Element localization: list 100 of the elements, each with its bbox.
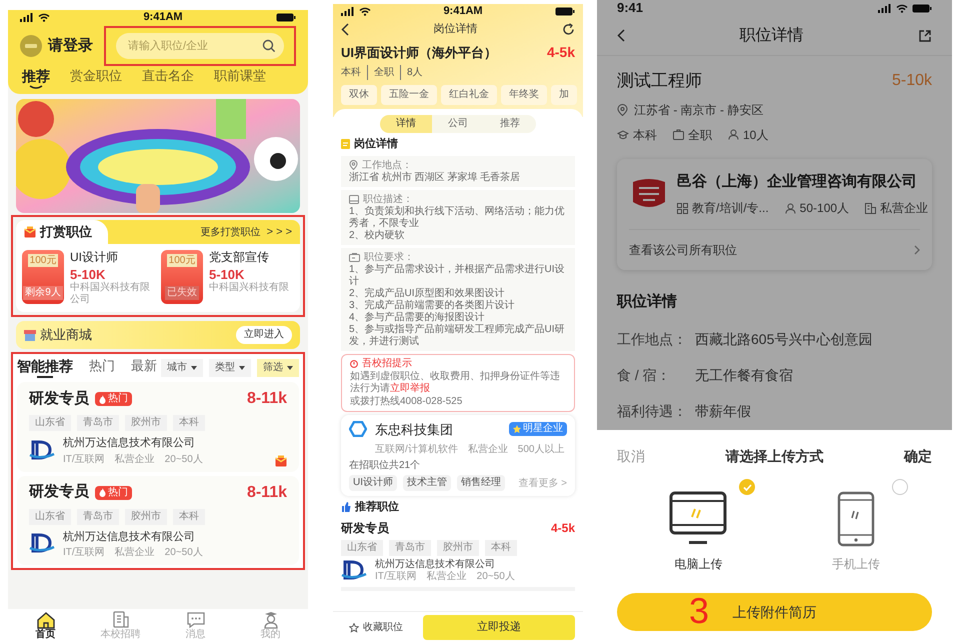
description-line: 2、完成产品UI原型图和效果图设计 bbox=[349, 288, 506, 300]
position-tag[interactable]: 销售经理 bbox=[457, 475, 505, 491]
envelope-status: 已失效 bbox=[165, 286, 199, 300]
benefit-tag: 红白礼金 bbox=[441, 85, 497, 105]
nav-tab[interactable]: 首页 bbox=[8, 611, 83, 643]
company-meta: 互联网/计算机软件 bbox=[375, 442, 458, 457]
tab[interactable]: 公司 bbox=[432, 115, 484, 133]
inbox-icon bbox=[349, 194, 359, 204]
grid-icon bbox=[677, 202, 688, 214]
signal-icon bbox=[20, 12, 34, 22]
job-card[interactable]: 研发专员 4-5k 山东省 青岛市 胶州市 本科 杭州万达信息技术有限公司 IT/互联网 私营企业 20~50人 bbox=[341, 518, 575, 590]
job-card[interactable]: 研发专员 热门 8-11k 山东省 青岛市 胶州市 本科 杭州万达信息技术有限公司 IT/互联网 私营企业 20~50人 bbox=[17, 476, 299, 565]
detail-value: 无工作餐有食宿 bbox=[695, 366, 793, 384]
enter-button[interactable]: 立即进入 bbox=[236, 326, 292, 344]
salary: 8-11k bbox=[246, 482, 287, 502]
job-title: 研发专员 bbox=[29, 482, 89, 502]
company-jobs-link[interactable]: 查看该公司所有职位 bbox=[629, 230, 920, 270]
checked-radio-icon[interactable] bbox=[739, 479, 756, 495]
job-meta: 本科 bbox=[341, 66, 362, 80]
tab[interactable]: 智能推荐 bbox=[17, 357, 73, 378]
description-line: 1、参与产品需求设计，并根据产品需求进行UI设计 bbox=[349, 264, 566, 288]
tab[interactable]: 直击名企 bbox=[142, 67, 194, 90]
share-icon[interactable] bbox=[918, 28, 932, 42]
company-card[interactable]: 东忠科技集团 明星企业 互联网/计算机软件 私营企业 500人以上 在招职位共21个 UI设计师 技术主管 销售经理 查看更多 > bbox=[341, 414, 575, 496]
job-fact: 本科 bbox=[633, 126, 657, 144]
description-line: 4、参与产品需要的海报图设计 bbox=[349, 312, 486, 324]
phone-icon bbox=[836, 491, 875, 547]
tab[interactable]: 赏金职位 bbox=[70, 67, 122, 90]
company-logo-icon bbox=[29, 533, 55, 556]
position-tag[interactable]: UI设计师 bbox=[349, 475, 397, 491]
location-text: 江苏省 - 南京市 - 静安区 bbox=[634, 102, 764, 118]
flame-icon bbox=[99, 394, 106, 404]
notice-text: 如遇到虚假职位、收取费用、扣押身份证件等违法行为请立即举报 bbox=[350, 370, 561, 394]
filter-dropdown[interactable]: 筛选 bbox=[257, 358, 299, 376]
section-title: 岗位详情 bbox=[354, 136, 398, 152]
tab[interactable]: 职前课堂 bbox=[214, 67, 266, 90]
detail-value: 带薪年假 bbox=[695, 402, 751, 420]
hot-badge: 热门 bbox=[95, 392, 132, 406]
benefit-tag: 五险一金 bbox=[381, 85, 437, 105]
back-icon[interactable] bbox=[617, 29, 625, 42]
filter-dropdown[interactable]: 城市 bbox=[161, 358, 203, 376]
tab[interactable]: 推荐 bbox=[484, 115, 536, 133]
salary: 8-11k bbox=[246, 389, 287, 409]
back-icon[interactable] bbox=[341, 22, 349, 36]
salary: 4-5k bbox=[546, 43, 575, 62]
position-tag[interactable]: 技术主管 bbox=[403, 475, 451, 491]
job-title: 党支部宣传 bbox=[209, 250, 270, 265]
company-name: 东忠科技集团 bbox=[375, 420, 453, 438]
home-icon bbox=[36, 611, 56, 629]
wifi-icon bbox=[896, 4, 908, 12]
search-icon[interactable] bbox=[262, 39, 276, 53]
tab[interactable]: 推荐 bbox=[22, 67, 50, 90]
company-meta: 20~50人 bbox=[476, 570, 515, 582]
company-name: 中科国兴科技有限 bbox=[209, 282, 289, 294]
signal-icon bbox=[341, 6, 355, 16]
search-field[interactable]: 请输入职位/企业 bbox=[116, 33, 284, 59]
confirm-button[interactable]: 确定 bbox=[904, 446, 932, 467]
company-card[interactable]: 邑谷（上海）企业管理咨询有限公司 教育/培训/专... 50-100人 私营企业 查看该公司所有职位 bbox=[617, 158, 932, 270]
battery-icon bbox=[555, 6, 575, 16]
location-tag: 胶州市 bbox=[125, 415, 167, 431]
tab[interactable]: 热门 bbox=[89, 357, 115, 375]
block-heading: 职位要求： bbox=[364, 250, 414, 264]
job-title: 研发专员 bbox=[29, 388, 89, 409]
amount-label: 100元 bbox=[166, 254, 198, 267]
benefit-tag: 双休 bbox=[341, 85, 377, 105]
tab[interactable]: 最新 bbox=[131, 357, 157, 375]
section-title: 就业商城 bbox=[40, 326, 92, 344]
radio-icon[interactable] bbox=[892, 479, 908, 495]
favorite-button[interactable]: 收藏职位 bbox=[341, 620, 411, 635]
upload-option[interactable]: 电脑上传 bbox=[641, 479, 756, 573]
apply-button[interactable]: 立即投递 bbox=[423, 615, 575, 640]
job-meta: 全职 bbox=[367, 65, 400, 80]
sheet-title: 请选择上传方式 bbox=[726, 447, 824, 466]
salary: 5-10K bbox=[70, 267, 106, 282]
location-tag: 本科 bbox=[173, 415, 205, 431]
section-title: 推荐职位 bbox=[355, 500, 399, 515]
page-title: 岗位详情 bbox=[434, 22, 478, 37]
benefit-tag: 加 bbox=[551, 85, 577, 105]
refresh-icon[interactable] bbox=[562, 22, 575, 36]
login-link[interactable]: 请登录 bbox=[48, 34, 93, 58]
company-logo-icon bbox=[29, 440, 55, 462]
report-link[interactable]: 立即举报 bbox=[390, 382, 430, 394]
job-meta: 8人 bbox=[400, 65, 429, 80]
location-tag: 本科 bbox=[485, 540, 517, 556]
more-link[interactable]: 更多打赏职位 bbox=[200, 224, 261, 240]
location-tag: 青岛市 bbox=[77, 508, 119, 524]
tab[interactable]: 详情 bbox=[380, 115, 432, 133]
job-title: UI设计师 bbox=[70, 250, 119, 265]
filter-dropdown[interactable]: 类型 bbox=[209, 358, 251, 376]
status-time: 9:41AM bbox=[143, 10, 183, 25]
briefcase-icon bbox=[673, 129, 684, 140]
job-card[interactable]: 研发专员 热门 8-11k 山东省 青岛市 胶州市 本科 杭州万达信息技术有限公司 IT/互联网 私营企业 20~50人 bbox=[17, 382, 299, 472]
signal-icon bbox=[878, 4, 892, 12]
job-fact: 私营企业 bbox=[880, 200, 928, 217]
status-time: 9:41 bbox=[617, 0, 644, 18]
company-name: 中科国兴科技有限公司 bbox=[70, 282, 151, 306]
location-tag: 青岛市 bbox=[77, 415, 119, 431]
gift-icon bbox=[24, 226, 36, 238]
reward-job-card[interactable]: 100元 已失效 党支部宣传 5-10K 中科国兴科技有限 bbox=[161, 250, 294, 306]
description-line: 3、完成产品前端需要的各类图片设计 bbox=[349, 300, 516, 312]
